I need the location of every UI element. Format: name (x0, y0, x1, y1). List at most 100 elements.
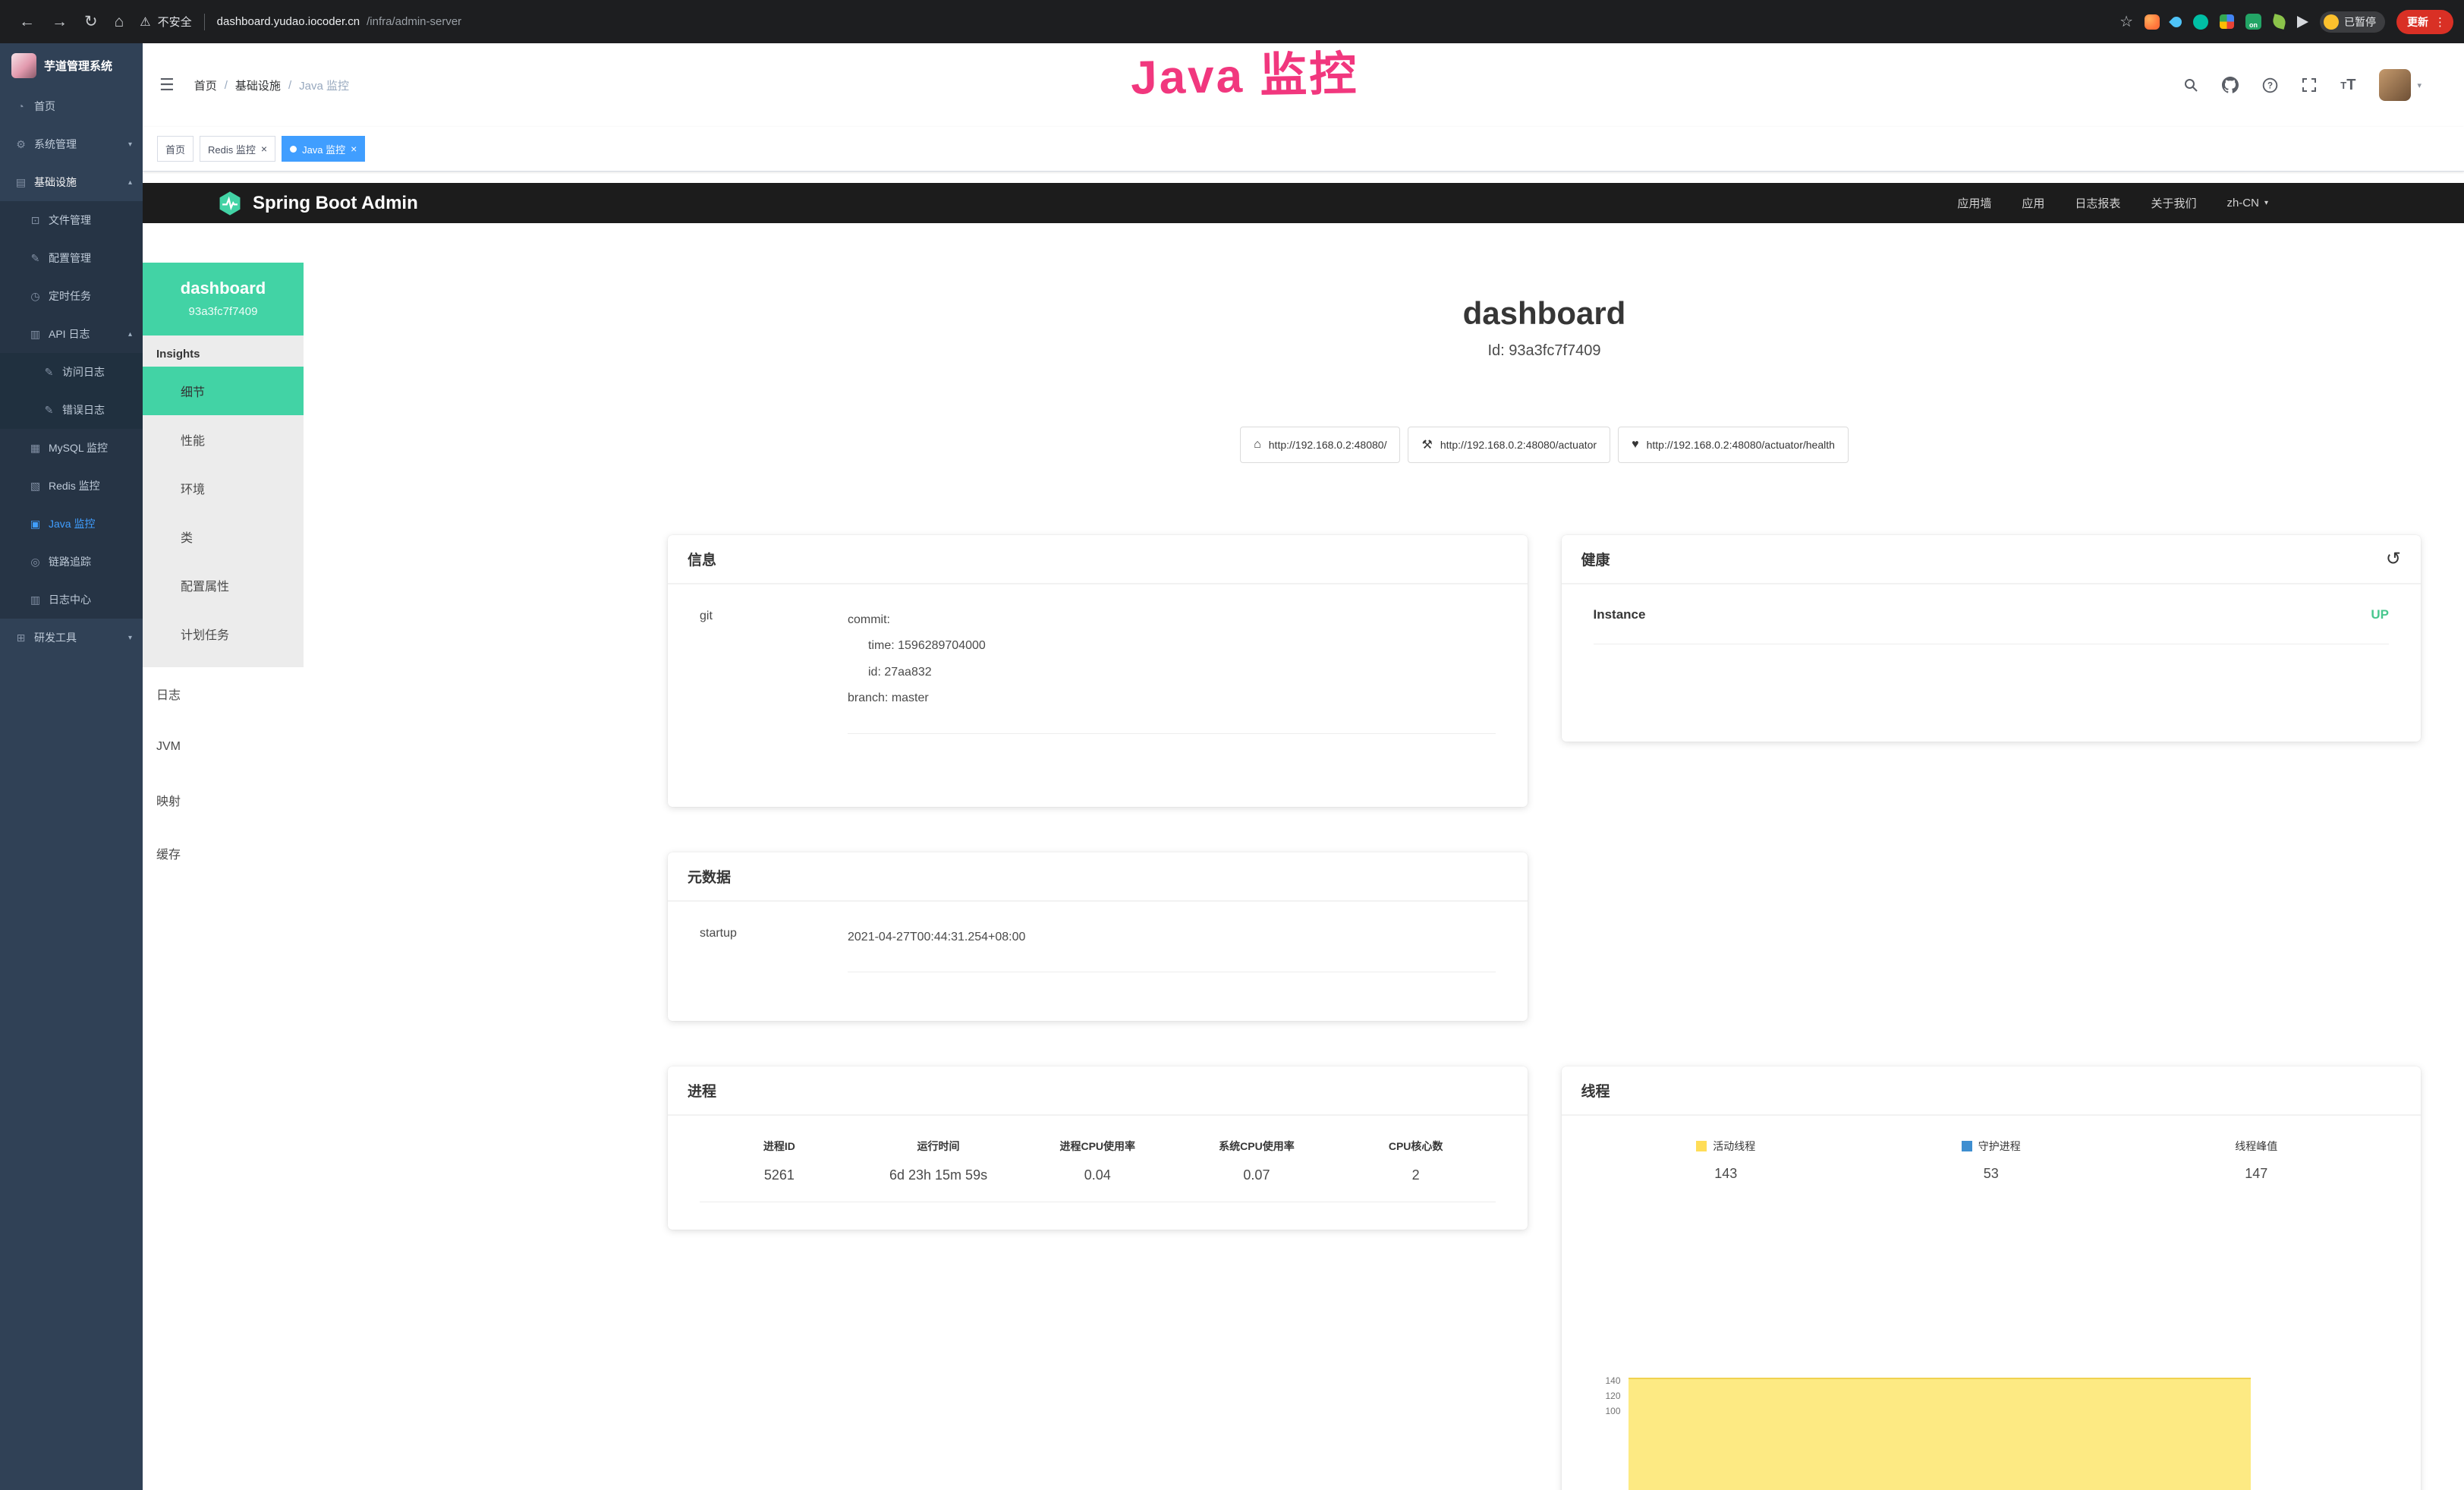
gauge-icon: ◔ (14, 100, 27, 112)
leaf-extension-icon[interactable] (2271, 14, 2287, 30)
side-item-config-properties[interactable]: 配置属性 (143, 561, 304, 610)
sba-nav-about[interactable]: 关于我们 (2151, 195, 2196, 211)
sidebar-item-error-logs[interactable]: ✎ 错误日志 (0, 391, 143, 429)
process-value-pid: 5261 (700, 1167, 859, 1183)
health-card-title: 健康 (1581, 549, 1610, 569)
actuator-url-link[interactable]: ⚒ http://192.168.0.2:48080/actuator (1408, 427, 1610, 463)
close-icon[interactable]: × (351, 143, 357, 154)
sba-brand[interactable]: Spring Boot Admin (217, 191, 418, 216)
search-icon[interactable] (2183, 77, 2198, 93)
reload-icon[interactable]: ↻ (84, 12, 98, 31)
side-item-environment[interactable]: 环境 (143, 464, 304, 512)
sidebar-item-system-management[interactable]: ⚙ 系统管理 ▾ (0, 125, 143, 163)
sba-sidebar: dashboard 93a3fc7f7409 Insights 细节 性能 环境… (143, 223, 304, 1490)
sidebar-item-log-center[interactable]: ▥ 日志中心 (0, 581, 143, 619)
locale-select[interactable]: zh-CN ▾ (2226, 197, 2268, 209)
grid-extension-icon[interactable] (2220, 14, 2234, 29)
side-item-jvm[interactable]: JVM (143, 720, 304, 773)
instance-block[interactable]: dashboard 93a3fc7f7409 (143, 263, 304, 335)
bookmark-star-icon[interactable]: ☆ (2119, 12, 2133, 31)
breadcrumb-separator: / (288, 79, 291, 92)
sidebar-item-label: 错误日志 (62, 402, 105, 417)
side-item-performance[interactable]: 性能 (143, 415, 304, 464)
instance-url-link[interactable]: ⌂ http://192.168.0.2:48080/ (1240, 427, 1400, 463)
process-header-pid: 进程ID (700, 1139, 859, 1154)
sba-nav-wallboard[interactable]: 应用墙 (1957, 195, 1991, 211)
chevron-down-icon: ▾ (2417, 80, 2422, 90)
forward-icon[interactable]: → (52, 13, 68, 31)
sidebar-item-mysql-monitor[interactable]: ▦ MySQL 监控 (0, 429, 143, 467)
security-warning-icon: ⚠ (140, 14, 150, 30)
help-icon[interactable]: ? (2262, 77, 2278, 93)
switch-extension-icon[interactable]: on (2245, 14, 2261, 30)
history-icon[interactable]: ↺ (2386, 550, 2401, 569)
chart-plot-area (1629, 1373, 2251, 1472)
update-button-label: 更新 (2407, 14, 2428, 30)
tab-redis-monitor[interactable]: Redis 监控 × (200, 136, 275, 162)
y-tick: 140 (1594, 1373, 1621, 1388)
sidebar-item-file-management[interactable]: ⊡ 文件管理 (0, 201, 143, 239)
update-button[interactable]: 更新 ⋮ (2396, 10, 2453, 34)
security-label: 不安全 (158, 14, 192, 30)
sidebar-item-access-logs[interactable]: ✎ 访问日志 (0, 353, 143, 391)
side-item-scheduled-tasks[interactable]: 计划任务 (143, 610, 304, 658)
app-logo-row[interactable]: 芋道管理系统 (0, 43, 143, 87)
back-icon[interactable]: ← (19, 13, 35, 31)
tab-home[interactable]: 首页 (157, 136, 194, 162)
drop-extension-icon[interactable] (2169, 14, 2184, 30)
sba-nav-applications[interactable]: 应用 (2022, 195, 2044, 211)
teal-extension-icon[interactable] (2193, 14, 2208, 30)
process-header-cpus: CPU核心数 (1336, 1139, 1496, 1154)
user-menu[interactable]: ▾ (2379, 69, 2422, 101)
page-subtitle: Id: 93a3fc7f7409 (668, 342, 2421, 360)
yellow-swatch-icon (1696, 1141, 1707, 1151)
sidebar-item-home[interactable]: ◔ 首页 (0, 87, 143, 125)
process-header-system-cpu: 系统CPU使用率 (1177, 1139, 1336, 1154)
sidebar-item-api-logs[interactable]: ▥ API 日志 ▴ (0, 315, 143, 353)
sidebar-item-label: API 日志 (49, 326, 90, 342)
address-bar[interactable]: ⚠ 不安全 dashboard.yudao.iocoder.cn/infra/a… (140, 14, 461, 30)
edit-icon: ✎ (29, 252, 42, 265)
instance-name: dashboard (143, 279, 304, 298)
url-path: /infra/admin-server (367, 15, 461, 28)
side-item-details[interactable]: 细节 (143, 367, 304, 415)
font-size-icon[interactable]: TT (2340, 77, 2355, 94)
home-icon[interactable]: ⌂ (115, 13, 124, 31)
github-icon[interactable] (2222, 77, 2239, 93)
sidebar-item-infrastructure[interactable]: ▤ 基础设施 ▴ (0, 163, 143, 201)
side-item-logs[interactable]: 日志 (143, 667, 304, 720)
locale-label: zh-CN (2226, 197, 2259, 209)
gear-icon: ⚙ (14, 138, 27, 151)
git-commit-line: commit: (848, 607, 1496, 633)
metadata-key: startup (700, 925, 848, 972)
side-item-mappings[interactable]: 映射 (143, 773, 304, 827)
breadcrumb-infrastructure[interactable]: 基础设施 (235, 77, 281, 93)
sidebar-item-scheduled-jobs[interactable]: ◷ 定时任务 (0, 277, 143, 315)
hamburger-icon[interactable]: ☰ (159, 75, 175, 95)
browser-menu-icon[interactable]: ⋮ (2434, 15, 2446, 29)
paused-badge[interactable]: 已暂停 (2320, 11, 2385, 33)
side-item-classes[interactable]: 类 (143, 512, 304, 561)
fox-extension-icon[interactable] (2145, 14, 2160, 30)
sidebar-item-redis-monitor[interactable]: ▧ Redis 监控 (0, 467, 143, 505)
table-icon: ▦ (29, 442, 42, 455)
side-item-caches[interactable]: 缓存 (143, 827, 304, 880)
tab-java-monitor[interactable]: Java 监控 × (282, 136, 365, 162)
sba-nav-journal[interactable]: 日志报表 (2075, 195, 2120, 211)
sidebar-item-label: 访问日志 (62, 364, 105, 380)
health-url-link[interactable]: ♥ http://192.168.0.2:48080/actuator/heal… (1618, 427, 1849, 463)
close-icon[interactable]: × (261, 143, 267, 154)
sidebar-item-label: Redis 监控 (49, 478, 100, 493)
sidebar-item-label: 首页 (34, 99, 55, 114)
sidebar-item-config-management[interactable]: ✎ 配置管理 (0, 239, 143, 277)
plane-extension-icon[interactable] (2297, 16, 2308, 28)
sidebar-item-tracing[interactable]: ◎ 链路追踪 (0, 543, 143, 581)
breadcrumb-home[interactable]: 首页 (194, 77, 217, 93)
fullscreen-icon[interactable] (2302, 77, 2317, 93)
screen: ← → ↻ ⌂ ⚠ 不安全 dashboard.yudao.iocoder.cn… (0, 0, 2464, 1490)
insights-group-label: Insights (143, 335, 304, 367)
instance-id: 93a3fc7f7409 (143, 305, 304, 318)
sidebar-item-dev-tools[interactable]: ⊞ 研发工具 ▾ (0, 619, 143, 657)
sidebar-item-java-monitor[interactable]: ▣ Java 监控 (0, 505, 143, 543)
legend-peak-threads: 线程峰值 147 (2124, 1139, 2390, 1182)
